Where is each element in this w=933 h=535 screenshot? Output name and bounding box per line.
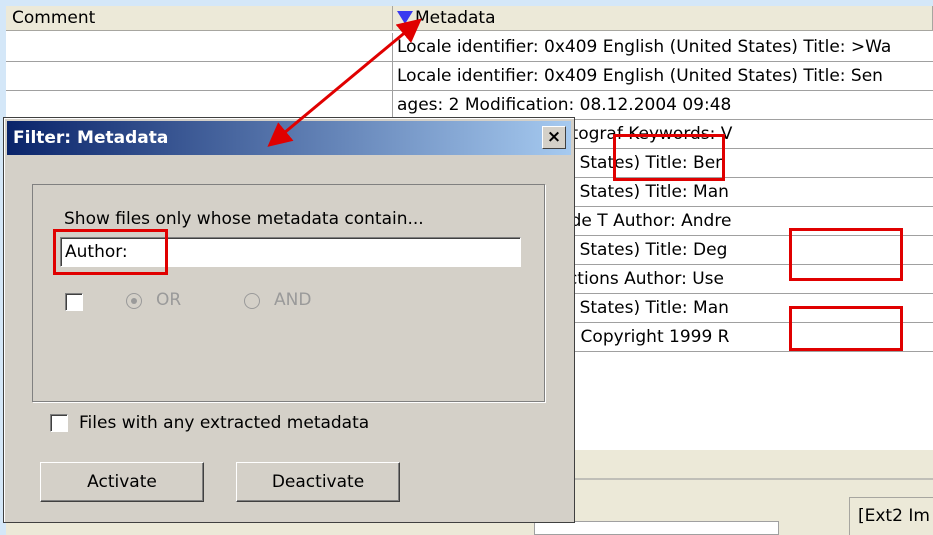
and-radio[interactable] <box>244 293 260 309</box>
any-metadata-checkbox[interactable] <box>50 414 68 432</box>
metadata-cell: Locale identifier: 0x409 English (United… <box>397 66 883 86</box>
table-row[interactable]: ages: 2 Modification: 08.12.2004 09:48 <box>6 91 933 120</box>
status-field: [Ext2 Im <box>849 497 933 535</box>
filter-funnel-icon <box>397 11 413 24</box>
or-radio-label: OR <box>156 290 182 310</box>
column-header-comment[interactable]: Comment <box>6 6 393 31</box>
close-button[interactable]: × <box>542 126 566 149</box>
filter-groupbox: Show files only whose metadata contain..… <box>32 184 545 402</box>
comment-cell <box>6 62 393 91</box>
activate-button-label: Activate <box>87 472 157 492</box>
table-row[interactable]: Locale identifier: 0x409 English (United… <box>6 62 933 91</box>
deactivate-button[interactable]: Deactivate <box>236 462 400 502</box>
column-header-row: Comment Metadata <box>6 6 933 31</box>
dialog-title: Filter: Metadata <box>13 128 169 148</box>
dialog-titlebar[interactable]: Filter: Metadata × <box>7 121 571 155</box>
lower-list-box <box>534 521 779 535</box>
filter-prompt-label: Show files only whose metadata contain..… <box>64 209 424 229</box>
option-checkbox[interactable] <box>65 293 83 311</box>
close-icon: × <box>546 127 562 147</box>
activate-button[interactable]: Activate <box>40 462 204 502</box>
deactivate-button-label: Deactivate <box>271 472 365 492</box>
metadata-filter-input[interactable]: Author: <box>60 237 521 267</box>
metadata-cell: ages: 2 Modification: 08.12.2004 09:48 <box>397 95 732 115</box>
comment-cell <box>6 91 393 120</box>
any-metadata-label: Files with any extracted metadata <box>79 413 370 433</box>
filter-metadata-dialog: Filter: Metadata × Show files only whose… <box>3 117 575 523</box>
column-header-metadata[interactable]: Metadata <box>393 6 933 31</box>
or-radio[interactable] <box>126 293 142 309</box>
column-header-metadata-label: Metadata <box>415 8 496 28</box>
metadata-cell: Locale identifier: 0x409 English (United… <box>397 37 892 57</box>
comment-cell <box>6 33 393 62</box>
table-row[interactable]: Locale identifier: 0x409 English (United… <box>6 33 933 62</box>
and-radio-label: AND <box>274 290 312 310</box>
